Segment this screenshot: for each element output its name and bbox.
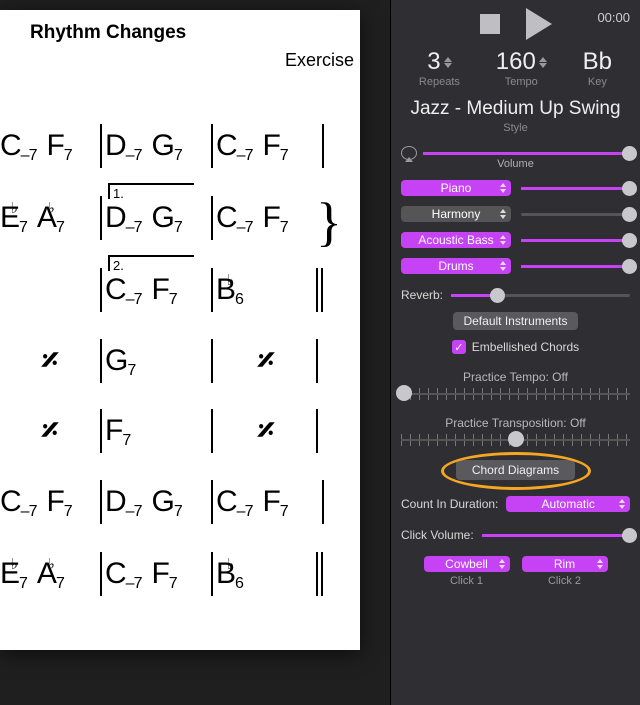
harmony-select[interactable]: Harmony (401, 206, 511, 222)
piano-volume-slider[interactable] (521, 187, 630, 190)
bass-select[interactable]: Acoustic Bass (401, 232, 511, 248)
click-volume-slider[interactable] (482, 534, 630, 537)
tempo-stepper[interactable]: 160 (496, 48, 547, 76)
count-in-label: Count In Duration: (401, 497, 498, 511)
key-select[interactable]: Bb (583, 48, 612, 76)
play-button[interactable] (526, 8, 552, 40)
default-instruments-button[interactable]: Default Instruments (453, 312, 577, 330)
stop-button[interactable] (480, 14, 500, 34)
embellished-checkbox[interactable]: ✓ (452, 340, 466, 354)
drums-select[interactable]: Drums (401, 258, 511, 274)
lead-sheet: Rhythm Changes Exercise C–7 F7 D–7 G7 C–… (0, 10, 360, 650)
practice-transpose-slider[interactable] (401, 434, 630, 446)
ending-2: 2. (108, 255, 194, 271)
click1-select[interactable]: Cowbell (424, 556, 510, 572)
practice-tempo-slider[interactable] (401, 388, 630, 400)
harmony-volume-slider[interactable] (521, 213, 630, 216)
click2-select[interactable]: Rim (522, 556, 608, 572)
chord-chart: C–7 F7 D–7 G7 C–7 F7 E♭7 A♭7 1. (0, 110, 360, 610)
reverb-label: Reverb: (401, 288, 443, 302)
reverb-slider[interactable] (451, 294, 630, 297)
piano-select[interactable]: Piano (401, 180, 511, 196)
repeats-stepper[interactable]: 3 (427, 48, 451, 76)
chord-diagrams-button[interactable]: Chord Diagrams (456, 460, 575, 480)
double-barline (316, 552, 323, 596)
practice-transpose-label: Practice Transposition: Off (401, 416, 630, 430)
time-display: 00:00 (597, 10, 630, 25)
control-panel: 00:00 3 Repeats 160 Tempo Bb Key Jazz - … (390, 0, 640, 705)
master-volume-slider[interactable] (423, 152, 630, 155)
drums-volume-slider[interactable] (521, 265, 630, 268)
click-volume-label: Click Volume: (401, 528, 474, 542)
double-barline (316, 268, 323, 312)
practice-tempo-label: Practice Tempo: Off (401, 370, 630, 384)
song-title: Rhythm Changes (4, 22, 356, 44)
bass-volume-slider[interactable] (521, 239, 630, 242)
count-in-select[interactable]: Automatic (506, 496, 630, 512)
style-name[interactable]: Jazz - Medium Up Swing (401, 98, 630, 120)
airplay-icon[interactable] (401, 146, 417, 160)
embellished-label: Embellished Chords (472, 340, 579, 354)
song-subtitle: Exercise (285, 50, 354, 71)
ending-1: 1. (108, 183, 194, 199)
